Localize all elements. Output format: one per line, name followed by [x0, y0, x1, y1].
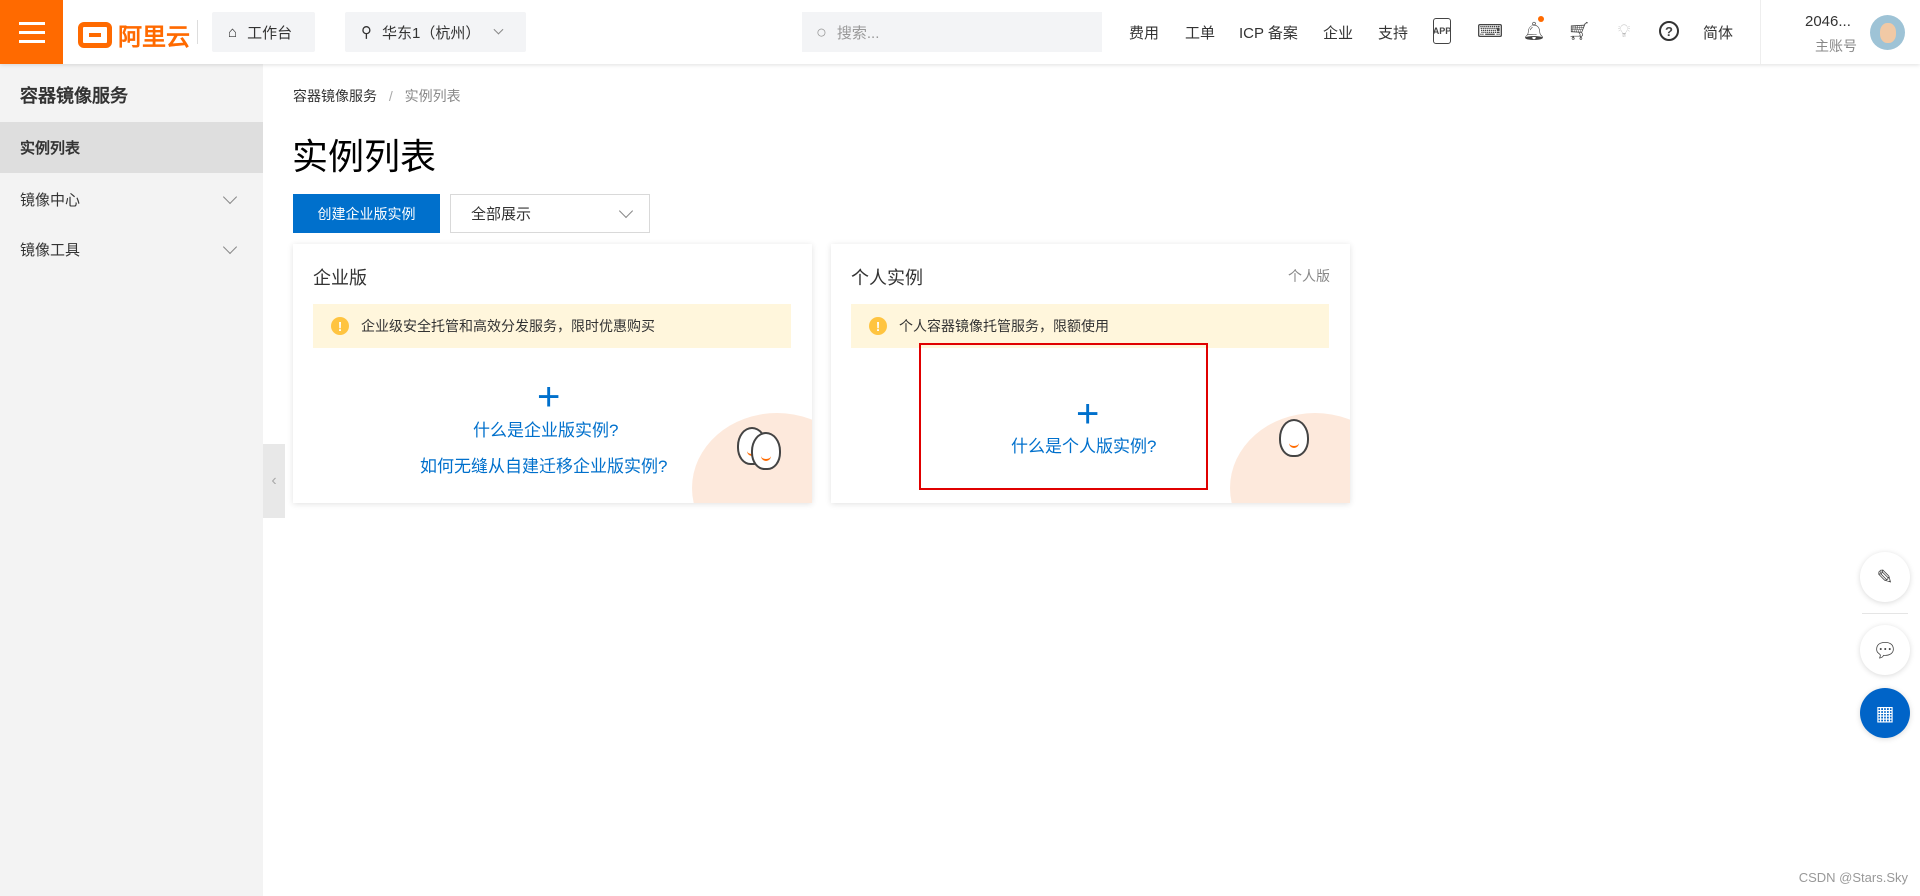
nav-billing[interactable]: 费用 [1129, 22, 1159, 43]
chat-button[interactable]: 💬︎ [1860, 625, 1910, 675]
terminal-icon[interactable]: ⌨ [1477, 18, 1503, 44]
edit-feedback-button[interactable]: ✎ [1860, 552, 1910, 602]
language-switch[interactable]: 简体 [1703, 22, 1733, 43]
user-illustration-icon [751, 432, 781, 470]
nav-tickets[interactable]: 工单 [1185, 22, 1215, 43]
card-title: 个人实例 [851, 268, 923, 288]
hamburger-menu-button[interactable] [0, 0, 63, 64]
apps-grid-icon: ▦ [1875, 702, 1895, 725]
help-icon[interactable]: ? [1657, 18, 1681, 44]
breadcrumb-link[interactable]: 容器镜像服务 [293, 88, 377, 104]
watermark: CSDN @Stars.Sky [1798, 870, 1908, 885]
filter-select[interactable]: 全部展示 [450, 194, 650, 233]
chevron-down-icon [222, 189, 238, 204]
sidebar-title: 容器镜像服务 [20, 86, 128, 106]
chevron-down-icon [222, 239, 238, 254]
sidebar-item-image-center[interactable]: 镜像中心 [0, 174, 263, 225]
migrate-enterprise-link[interactable]: 如何无缝从自建迁移企业版实例? [420, 452, 667, 477]
top-bar: 阿里云 ⌂ 工作台 ⚲ 华东1（杭州） ○ 搜索... 费用 工单 ICP 备案 企业… [0, 0, 1920, 64]
user-illustration-icon [1279, 419, 1309, 457]
sidebar-item-instance-list[interactable]: 实例列表 [0, 122, 263, 173]
add-icon[interactable]: + [537, 377, 560, 417]
pencil-icon: ✎ [1876, 566, 1894, 589]
divider [197, 20, 198, 44]
page-title: 实例列表 [292, 136, 437, 177]
logo-mark-icon [78, 21, 112, 48]
card-title: 企业版 [313, 268, 367, 288]
card-tag: 个人版 [1288, 268, 1330, 284]
sidebar-item-image-tools[interactable]: 镜像工具 [0, 224, 263, 275]
what-is-enterprise-link[interactable]: 什么是企业版实例? [473, 416, 618, 441]
breadcrumb-current: 实例列表 [404, 88, 461, 104]
search-icon: ○ [816, 21, 827, 42]
divider [1760, 0, 1761, 64]
chevron-down-icon [618, 203, 634, 218]
bell-icon[interactable]: 🔔︎ [1522, 16, 1546, 44]
collapse-sidebar-handle[interactable]: ‹ [263, 444, 285, 518]
apps-button[interactable]: ▦ [1860, 688, 1910, 738]
nav-icp[interactable]: ICP 备案 [1239, 22, 1298, 43]
warning-icon: ! [331, 317, 349, 335]
account-type: 主账号 [1815, 38, 1857, 54]
cart-icon[interactable]: 🛒︎ [1567, 18, 1591, 44]
info-alert: ! 企业级安全托管和高效分发服务，限时优惠购买 [313, 304, 791, 348]
enterprise-card: 企业版 ! 企业级安全托管和高效分发服务，限时优惠购买 + 什么是企业版实例? 如… [293, 244, 812, 503]
search-input[interactable]: ○ 搜索... [802, 12, 1102, 52]
user-name[interactable]: 2046... [1805, 13, 1851, 30]
highlight-box [919, 343, 1208, 490]
home-icon: ⌂ [228, 23, 238, 41]
info-alert: ! 个人容器镜像托管服务，限额使用 [851, 304, 1329, 348]
chevron-down-icon [493, 24, 504, 34]
chat-icon: 💬︎ [1872, 639, 1898, 662]
aliyun-logo[interactable]: 阿里云 [78, 17, 190, 52]
warning-icon: ! [869, 317, 887, 335]
create-enterprise-instance-button[interactable]: 创建企业版实例 [293, 194, 440, 233]
region-selector[interactable]: ⚲ 华东1（杭州） [345, 12, 526, 52]
chevron-left-icon: ‹ [271, 472, 277, 489]
nav-enterprise[interactable]: 企业 [1323, 22, 1353, 43]
workbench-button[interactable]: ⌂ 工作台 [212, 12, 315, 52]
divider [1862, 613, 1908, 614]
lightbulb-icon[interactable]: 💡︎ [1612, 18, 1636, 44]
avatar[interactable] [1870, 15, 1905, 50]
location-pin-icon: ⚲ [361, 24, 372, 41]
nav-support[interactable]: 支持 [1378, 22, 1408, 43]
breadcrumb: 容器镜像服务 / 实例列表 [293, 88, 461, 104]
app-icon[interactable]: APP [1433, 18, 1451, 44]
